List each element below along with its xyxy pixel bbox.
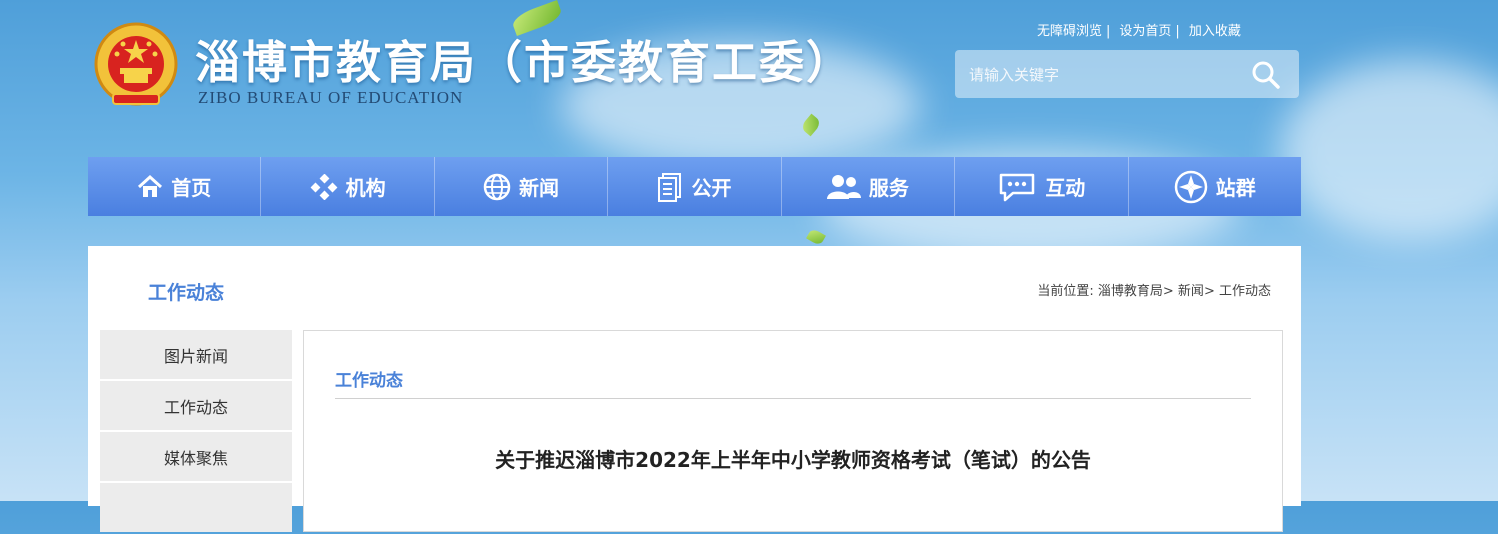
link-separator: | xyxy=(1106,24,1111,39)
document-icon xyxy=(658,172,682,202)
nav-item-public[interactable]: 公开 xyxy=(608,157,782,216)
home-icon xyxy=(138,174,163,197)
nav-item-interaction[interactable]: 互动 xyxy=(955,157,1129,216)
breadcrumb-separator: > xyxy=(1203,284,1215,299)
sidebar-item-media-focus[interactable]: 媒体聚焦 xyxy=(100,432,292,481)
users-icon xyxy=(826,174,861,199)
add-favorite-link[interactable]: 加入收藏 xyxy=(1189,24,1241,39)
breadcrumb-current[interactable]: 工作动态 xyxy=(1219,284,1271,299)
sidebar-item-photo-news[interactable]: 图片新闻 xyxy=(100,330,292,379)
section-title: 工作动态 xyxy=(148,282,225,304)
nav-item-service[interactable]: 服务 xyxy=(782,157,956,216)
breadcrumb-separator: > xyxy=(1162,284,1174,299)
divider xyxy=(335,398,1251,399)
content-heading: 工作动态 xyxy=(335,371,403,391)
structure-icon xyxy=(310,173,338,200)
nav-label: 新闻 xyxy=(519,176,560,200)
leaf-decoration xyxy=(806,227,826,247)
site-subtitle: ZIBO BUREAU OF EDUCATION xyxy=(198,88,464,107)
search-box xyxy=(955,50,1299,98)
search-icon[interactable] xyxy=(1251,60,1281,90)
breadcrumb-news[interactable]: 新闻 xyxy=(1178,284,1204,299)
nav-item-organization[interactable]: 机构 xyxy=(261,157,435,216)
sidebar-item-work-news[interactable]: 工作动态 xyxy=(100,381,292,430)
globe-icon xyxy=(483,173,511,200)
nav-label: 首页 xyxy=(171,176,212,200)
breadcrumb-home[interactable]: 淄博教育局 xyxy=(1098,284,1163,299)
chat-icon xyxy=(1000,173,1035,201)
content-area: 工作动态 关于推迟淄博市2022年上半年中小学教师资格考试（笔试）的公告 xyxy=(303,330,1283,532)
nav-item-home[interactable]: 首页 xyxy=(88,157,262,216)
nav-item-news[interactable]: 新闻 xyxy=(435,157,609,216)
accessibility-link[interactable]: 无障碍浏览 xyxy=(1037,24,1102,39)
breadcrumb-prefix: 当前位置: xyxy=(1037,284,1094,299)
site-title: 淄博市教育局（市委教育工委） xyxy=(195,36,854,89)
nav-label: 公开 xyxy=(691,176,732,200)
national-emblem-logo xyxy=(93,22,179,110)
nav-label: 互动 xyxy=(1045,176,1086,200)
background-cloud xyxy=(1280,60,1498,240)
sidebar-item[interactable] xyxy=(100,483,292,532)
link-separator: | xyxy=(1175,24,1180,39)
article-title: 关于推迟淄博市2022年上半年中小学教师资格考试（笔试）的公告 xyxy=(495,448,1091,472)
sidebar: 图片新闻 工作动态 媒体聚焦 xyxy=(100,330,292,534)
nav-label: 站群 xyxy=(1215,176,1256,200)
set-homepage-link[interactable]: 设为首页 xyxy=(1119,24,1171,39)
main-panel: 工作动态 当前位置: 淄博教育局> 新闻> 工作动态 图片新闻 工作动态 媒体聚… xyxy=(88,246,1301,532)
nav-item-site-group[interactable]: 站群 xyxy=(1129,157,1301,216)
main-nav: 首页 机构 新闻 公开 服务 互动 站群 xyxy=(88,157,1301,216)
search-input[interactable] xyxy=(967,62,1241,88)
nav-label: 服务 xyxy=(868,176,909,200)
breadcrumb: 当前位置: 淄博教育局> 新闻> 工作动态 xyxy=(1037,280,1271,299)
nav-label: 机构 xyxy=(345,176,386,200)
top-links: 无障碍浏览 | 设为首页 | 加入收藏 xyxy=(1037,20,1241,39)
compass-icon xyxy=(1174,170,1207,203)
